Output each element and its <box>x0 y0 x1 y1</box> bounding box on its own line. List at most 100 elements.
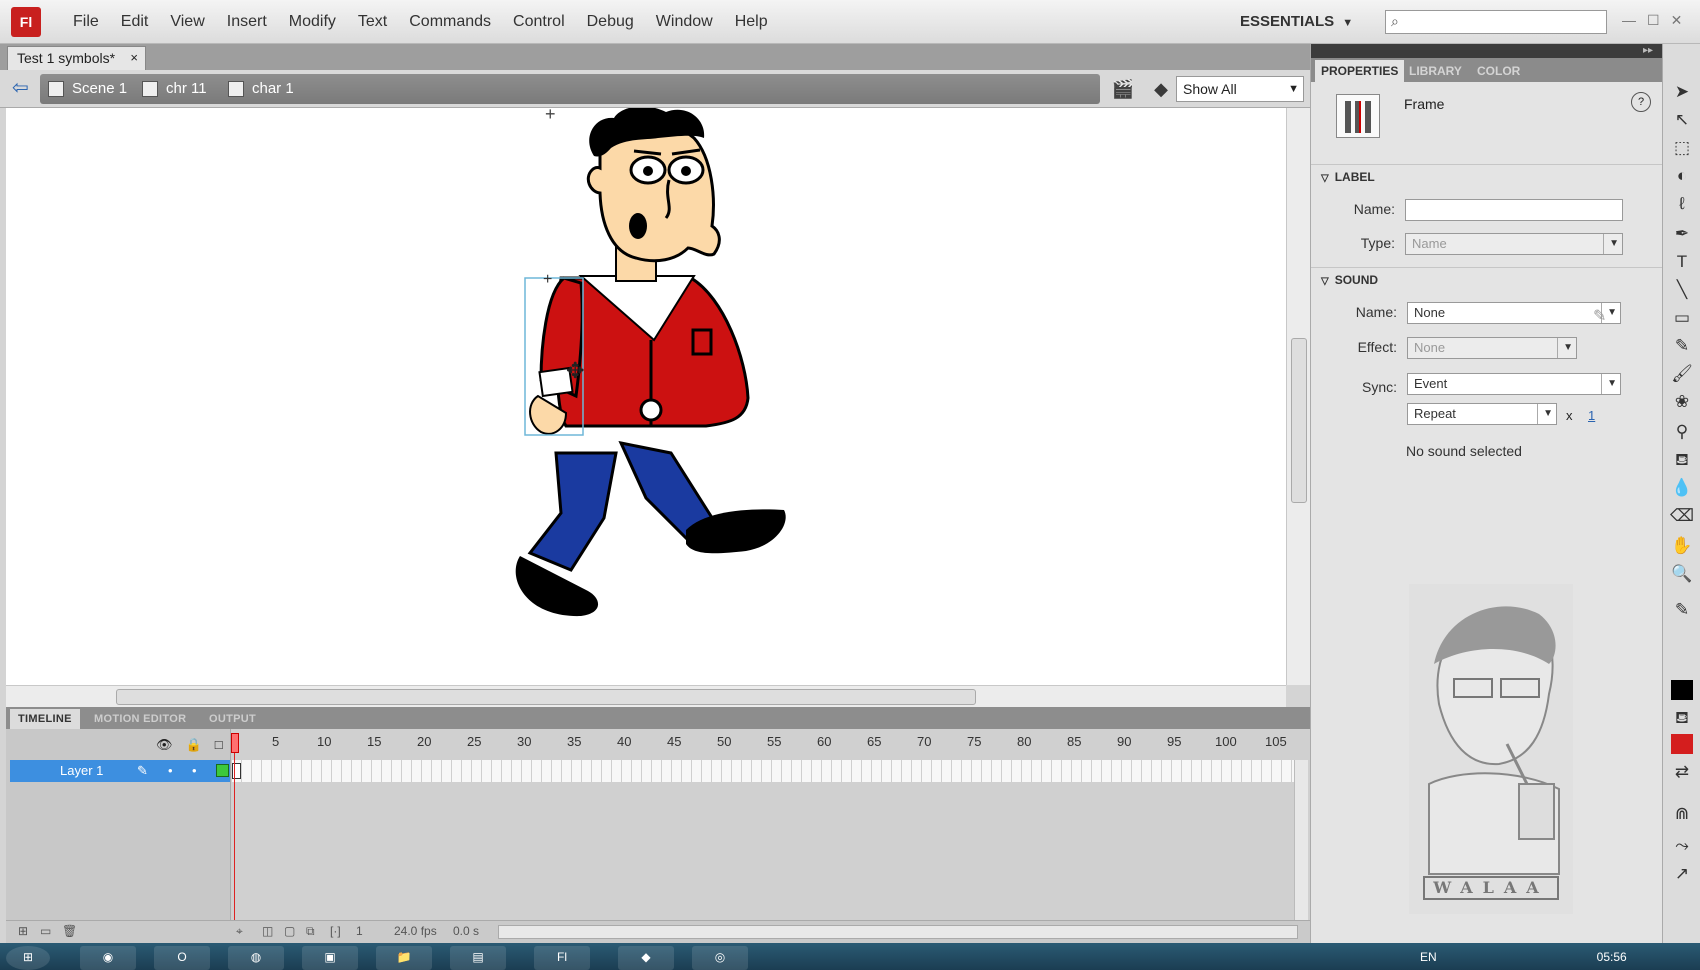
edit-scene-icon[interactable]: 🎬 <box>1110 76 1136 102</box>
tab-motion-editor[interactable]: MOTION EDITOR <box>86 709 194 729</box>
back-arrow-icon[interactable]: ⇦ <box>12 76 29 100</box>
breadcrumb-symbol-chr11[interactable]: chr 11 <box>142 79 207 99</box>
paint-bucket-icon[interactable]: ⛾ <box>1670 448 1694 472</box>
free-transform-icon[interactable]: ⬚ <box>1670 136 1694 160</box>
layer-color-swatch[interactable] <box>216 764 229 777</box>
menu-view[interactable]: View <box>159 0 215 44</box>
timeline-horizontal-scrollbar[interactable] <box>498 925 1298 939</box>
taskbar-folder-icon[interactable]: 📁 <box>376 946 432 970</box>
swap-colors-icon[interactable]: ⇄ <box>1670 760 1694 784</box>
tab-timeline[interactable]: TIMELINE <box>10 709 80 729</box>
label-section-header[interactable]: ▽ LABEL <box>1311 164 1663 188</box>
3d-rotation-icon[interactable]: ◐ <box>1670 164 1694 188</box>
stage-horizontal-scrollbar[interactable] <box>6 685 1286 707</box>
onion-outline-icon[interactable]: ▢ <box>284 924 295 938</box>
stage-vertical-scrollbar[interactable] <box>1286 108 1310 685</box>
help-search-input[interactable]: ⌕ <box>1385 10 1607 34</box>
outline-icon[interactable]: □ <box>215 737 223 753</box>
stage[interactable]: + + ✥ <box>6 104 1286 685</box>
text-tool-icon[interactable]: T <box>1670 250 1694 274</box>
new-layer-icon[interactable]: ⊞ <box>18 924 28 938</box>
close-tab-icon[interactable]: × <box>130 47 138 69</box>
tray-clock[interactable]: 05:56 <box>1597 946 1627 968</box>
brush-tool-icon[interactable]: 🖌 <box>1670 362 1694 386</box>
lock-icon[interactable]: 🔒 <box>186 737 202 753</box>
playhead[interactable] <box>231 733 239 933</box>
stroke-color-swatch[interactable] <box>1671 680 1693 700</box>
help-icon[interactable]: ? <box>1631 92 1651 112</box>
visibility-dot[interactable]: • <box>168 760 173 782</box>
scroll-thumb[interactable] <box>1291 338 1307 503</box>
bone-tool-icon[interactable]: ⚲ <box>1670 420 1694 444</box>
taskbar-app-icon[interactable]: ◉ <box>80 946 136 970</box>
modify-markers-icon[interactable]: [·] <box>330 924 341 938</box>
straighten-icon[interactable]: ↗ <box>1670 862 1694 886</box>
line-tool-icon[interactable]: ╲ <box>1670 278 1694 302</box>
selection-tool-icon[interactable]: ➤ <box>1670 80 1694 104</box>
edit-symbols-icon[interactable]: ◆ <box>1148 76 1174 102</box>
deco-tool-icon[interactable]: ❀ <box>1670 390 1694 414</box>
delete-layer-icon[interactable]: 🗑 <box>62 924 77 938</box>
zoom-tool-icon[interactable]: 🔍 <box>1670 562 1694 586</box>
panel-collapse-strip[interactable]: ▸▸ <box>1311 44 1663 58</box>
snap-magnet-icon[interactable]: ⋒ <box>1670 802 1694 826</box>
tab-library[interactable]: LIBRARY <box>1403 60 1468 82</box>
onion-skin-icon[interactable]: ◫ <box>262 924 273 938</box>
menu-text[interactable]: Text <box>347 0 398 44</box>
smooth-icon[interactable]: ⤳ <box>1670 834 1694 858</box>
pen-tool-icon[interactable]: ✒ <box>1670 222 1694 246</box>
menu-help[interactable]: Help <box>724 0 779 44</box>
center-frame-icon[interactable]: ⌖ <box>236 924 243 939</box>
scroll-thumb[interactable] <box>116 689 976 705</box>
maximize-icon[interactable]: ☐ <box>1647 0 1660 40</box>
rectangle-tool-icon[interactable]: ▭ <box>1670 306 1694 330</box>
menu-insert[interactable]: Insert <box>216 0 278 44</box>
breadcrumb-symbol-char1[interactable]: char 1 <box>228 79 294 99</box>
edit-multiple-frames-icon[interactable]: ⧉ <box>306 924 315 939</box>
minimize-icon[interactable]: — <box>1622 0 1636 40</box>
workspace-switcher[interactable]: ESSENTIALS ▼ <box>1240 0 1353 44</box>
repeat-select[interactable]: Repeat ▼ <box>1407 403 1557 425</box>
lock-dot[interactable]: • <box>192 760 197 782</box>
stroke-color-icon[interactable]: ✎ <box>1670 598 1694 622</box>
taskbar-app-icon[interactable]: ◍ <box>228 946 284 970</box>
taskbar-flash-icon[interactable]: Fl <box>534 946 590 970</box>
layer-row[interactable]: Layer 1 ✎ • • <box>10 760 230 782</box>
fill-color-swatch[interactable] <box>1671 734 1693 754</box>
eyedropper-icon[interactable]: 💧 <box>1670 476 1694 500</box>
taskbar-app-icon[interactable]: ◆ <box>618 946 674 970</box>
subselection-tool-icon[interactable]: ↖ <box>1670 108 1694 132</box>
start-button[interactable]: ⊞ <box>6 946 50 970</box>
hand-tool-icon[interactable]: ✋ <box>1670 534 1694 558</box>
menu-file[interactable]: File <box>62 0 110 44</box>
menu-control[interactable]: Control <box>502 0 576 44</box>
menu-modify[interactable]: Modify <box>278 0 347 44</box>
close-icon[interactable]: ✕ <box>1671 0 1683 40</box>
zoom-select[interactable]: Show All ▼ <box>1176 76 1304 102</box>
frame-ruler[interactable]: 1510152025303540455055606570758085909510… <box>232 734 1302 756</box>
sound-name-select[interactable]: None ▼ <box>1407 302 1621 324</box>
timeline-vertical-scrollbar[interactable] <box>1294 760 1308 920</box>
tab-color[interactable]: COLOR <box>1471 60 1526 82</box>
fill-color-icon[interactable]: ⛾ <box>1670 706 1694 730</box>
sound-section-header[interactable]: ▽ SOUND <box>1311 267 1663 291</box>
breadcrumb-scene[interactable]: Scene 1 <box>48 79 127 99</box>
taskbar-app-icon[interactable]: ▤ <box>450 946 506 970</box>
frame-rate[interactable]: 24.0 fps <box>394 924 437 938</box>
taskbar-app-icon[interactable]: ▣ <box>302 946 358 970</box>
frame-grid[interactable] <box>232 760 1294 782</box>
taskbar-app-icon[interactable]: O <box>154 946 210 970</box>
frame-name-input[interactable] <box>1405 199 1623 221</box>
document-tab[interactable]: Test 1 symbols* × <box>7 46 146 70</box>
sync-select[interactable]: Event ▼ <box>1407 373 1621 395</box>
repeat-count[interactable]: 1 <box>1588 408 1595 423</box>
eraser-icon[interactable]: ⌫ <box>1670 504 1694 528</box>
taskbar-app-icon[interactable]: ◎ <box>692 946 748 970</box>
new-folder-icon[interactable]: ▭ <box>40 924 51 938</box>
lasso-icon[interactable]: ℓ <box>1670 192 1694 216</box>
tab-properties[interactable]: PROPERTIES <box>1315 60 1405 82</box>
eye-icon[interactable]: 👁 <box>156 737 173 753</box>
tray-lang[interactable]: EN <box>1420 946 1437 968</box>
tab-output[interactable]: OUTPUT <box>201 709 264 729</box>
menu-commands[interactable]: Commands <box>398 0 502 44</box>
